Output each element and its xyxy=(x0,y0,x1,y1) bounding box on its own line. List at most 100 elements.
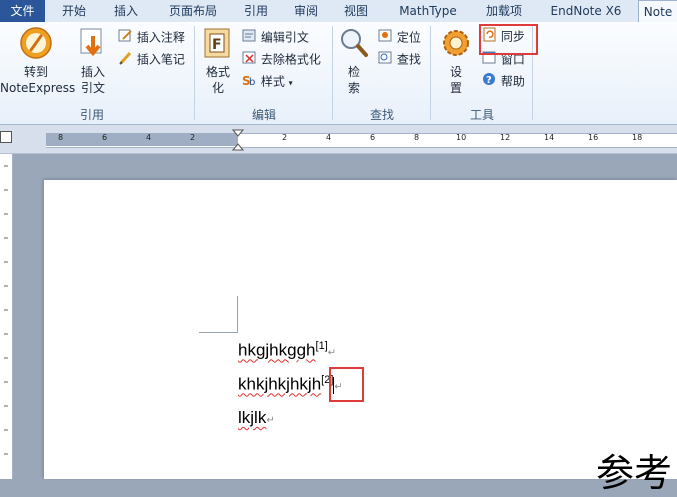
tab-endnote[interactable]: EndNote X6 xyxy=(540,0,632,22)
document-page[interactable]: hkgjhkggh[1]↵ khkjhkjhkjh[2]↵ lkjlk↵ 参考 xyxy=(44,180,677,495)
style-dropdown[interactable]: Sb 样式 ▾ xyxy=(242,72,293,90)
ruler-number: 12 xyxy=(500,133,511,142)
indent-marker-icon[interactable] xyxy=(231,129,245,155)
tab-file[interactable]: 文件 xyxy=(0,0,45,22)
tab-noteexpress[interactable]: Note xyxy=(638,0,677,22)
ruler-number: 16 xyxy=(588,133,599,142)
document-line-3[interactable]: lkjlk↵ xyxy=(238,408,275,428)
style-label: 样式 xyxy=(260,74,285,89)
group-label-find: 查找 xyxy=(369,108,394,122)
find-icon xyxy=(378,50,393,70)
insert-citation-button[interactable]: 插入 引文 xyxy=(74,26,112,96)
ruler-number: 10 xyxy=(456,133,467,142)
search-button[interactable]: 检 索 xyxy=(336,26,372,96)
paragraph-mark: ↵ xyxy=(327,347,337,359)
group-separator xyxy=(332,26,333,120)
tab-review[interactable]: 审阅 xyxy=(288,0,324,22)
ruler-number: 18 xyxy=(632,133,643,142)
insert-citation-icon xyxy=(78,26,108,64)
format-label-1: 格式 xyxy=(205,65,230,79)
document-line-2[interactable]: khkjhkjhkjh[2]↵ xyxy=(238,374,343,395)
ruler-number: 14 xyxy=(544,133,555,142)
edit-citation-button[interactable]: 编辑引文 xyxy=(242,28,309,46)
insert-citation-label-2: 引文 xyxy=(80,81,105,95)
insert-citation-label-1: 插入 xyxy=(80,65,105,79)
edit-note-icon xyxy=(118,28,133,48)
goto-label-1: 转到 xyxy=(23,65,48,79)
find-label: 查找 xyxy=(396,52,421,67)
goto-noteexpress-button[interactable]: 转到 NoteExpress xyxy=(0,26,76,96)
noteexpress-logo-icon xyxy=(19,26,53,64)
search-label-1: 检 xyxy=(347,65,360,79)
format-label-2: 化 xyxy=(211,81,224,95)
chevron-down-icon: ▾ xyxy=(288,78,293,88)
margin-corner-mark xyxy=(237,296,238,333)
ruler-margin-area xyxy=(46,133,238,146)
remove-format-button[interactable]: 去除格式化 xyxy=(242,50,321,68)
insert-memo-button[interactable]: 插入笔记 xyxy=(118,50,185,68)
document-line-1[interactable]: hkgjhkggh[1]↵ xyxy=(238,340,336,361)
group-label-cite: 引用 xyxy=(79,108,104,122)
sync-highlight-box xyxy=(479,24,538,55)
tab-home[interactable]: 开始 xyxy=(54,0,94,22)
line-text: hkgjhkggh xyxy=(238,340,316,360)
group-label-tools: 工具 xyxy=(469,108,494,122)
edit-citation-icon xyxy=(242,28,257,48)
format-button[interactable]: F 格式 化 xyxy=(198,26,238,96)
locate-icon xyxy=(378,28,393,48)
settings-label-1: 设 xyxy=(449,65,462,79)
horizontal-ruler: 8 6 4 2 2 4 6 8 10 12 14 16 18 xyxy=(0,125,677,154)
ruler-number: 6 xyxy=(102,133,108,142)
magnifier-icon xyxy=(338,26,370,64)
settings-button[interactable]: 设 置 xyxy=(436,26,476,96)
format-icon: F xyxy=(202,26,234,64)
ruler-number: 4 xyxy=(326,133,332,142)
vertical-ruler xyxy=(0,154,13,479)
tab-addins[interactable]: 加载项 xyxy=(478,0,530,22)
ribbon-panel: 转到 NoteExpress 插入 引文 插入注释 插入笔记 引用 F 格式 化… xyxy=(0,22,677,125)
ruler-number: 4 xyxy=(146,133,152,142)
settings-label-2: 置 xyxy=(449,81,462,95)
insert-note-label: 插入注释 xyxy=(136,30,185,45)
margin-corner-mark xyxy=(199,332,237,333)
citation-marker[interactable]: [1] xyxy=(316,340,328,352)
paragraph-mark: ↵ xyxy=(266,415,275,426)
tab-insert[interactable]: 插入 xyxy=(106,0,146,22)
tab-selector-icon[interactable] xyxy=(0,131,12,143)
gear-icon xyxy=(440,26,472,64)
group-separator xyxy=(194,26,195,120)
tab-page-layout[interactable]: 页面布局 xyxy=(158,0,228,22)
search-label-2: 索 xyxy=(347,81,360,95)
svg-text:b: b xyxy=(249,77,255,87)
ruler-number: 8 xyxy=(58,133,64,142)
insert-note-button[interactable]: 插入注释 xyxy=(118,28,185,46)
help-icon: ? xyxy=(482,72,497,92)
ribbon-tab-bar: 文件 开始 插入 页面布局 引用 审阅 视图 MathType 加载项 EndN… xyxy=(0,0,677,23)
edit-citation-label: 编辑引文 xyxy=(260,30,309,45)
svg-text:?: ? xyxy=(486,75,492,86)
ruler-number: 8 xyxy=(414,133,420,142)
ruler-number: 2 xyxy=(282,133,288,142)
ruler-number: 6 xyxy=(370,133,376,142)
group-separator xyxy=(430,26,431,120)
remove-format-label: 去除格式化 xyxy=(260,52,321,67)
insert-memo-label: 插入笔记 xyxy=(136,52,185,67)
help-label: 帮助 xyxy=(500,74,525,89)
references-heading: 参考 xyxy=(596,451,673,495)
tab-view[interactable]: 视图 xyxy=(336,0,376,22)
remove-format-icon xyxy=(242,50,257,70)
line-text: lkjlk xyxy=(238,408,267,427)
help-button[interactable]: ? 帮助 xyxy=(482,72,525,90)
tab-references[interactable]: 引用 xyxy=(238,0,274,22)
pencil-icon xyxy=(118,50,133,70)
tab-mathtype[interactable]: MathType xyxy=(390,0,466,22)
line-text: khkjhkjhkjh xyxy=(238,374,322,394)
locate-button[interactable]: 定位 xyxy=(378,28,421,46)
citation-highlight-box xyxy=(329,367,364,402)
ruler-number: 2 xyxy=(190,133,196,142)
svg-text:F: F xyxy=(212,37,222,53)
group-label-edit: 编辑 xyxy=(251,108,276,122)
find-button[interactable]: 查找 xyxy=(378,50,421,68)
goto-label-2: NoteExpress xyxy=(0,81,76,95)
locate-label: 定位 xyxy=(396,30,421,45)
